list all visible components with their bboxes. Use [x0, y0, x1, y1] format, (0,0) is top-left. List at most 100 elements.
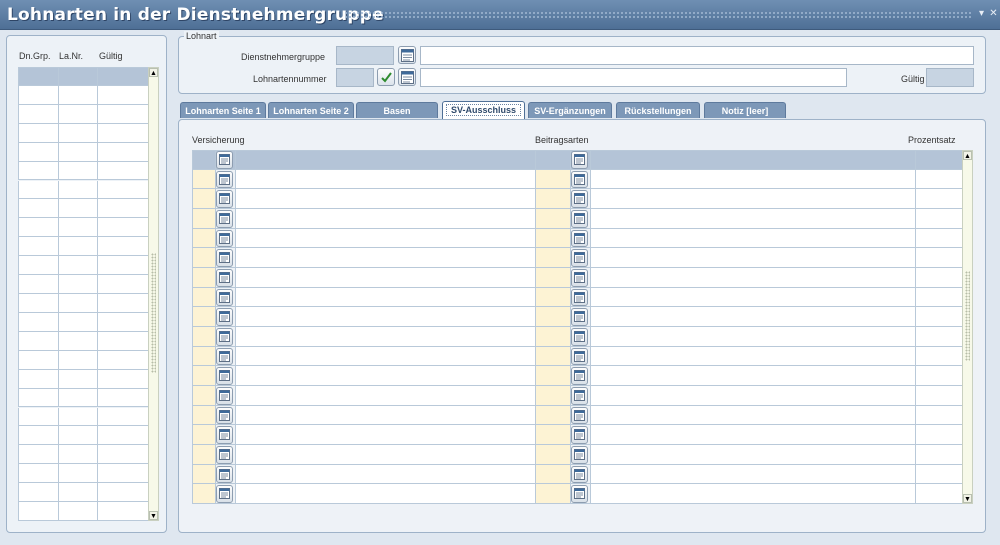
table-cell[interactable]: [97, 294, 149, 313]
table-cell[interactable]: [18, 256, 59, 276]
table-row[interactable]: [18, 369, 149, 389]
lookup-button[interactable]: [571, 308, 588, 326]
versicherung-code-cell[interactable]: [192, 327, 216, 347]
gueltig-field[interactable]: [926, 68, 974, 87]
versicherung-code-cell[interactable]: [192, 150, 216, 170]
table-cell[interactable]: [97, 237, 149, 257]
tab-lohnarten-seite-2[interactable]: Lohnarten Seite 2: [268, 102, 354, 118]
table-row[interactable]: [18, 275, 149, 294]
table-row[interactable]: [18, 426, 149, 446]
table-cell[interactable]: [97, 331, 149, 351]
table-row[interactable]: [192, 386, 963, 406]
table-cell[interactable]: [58, 104, 98, 124]
lohnartennummer-lookup-button[interactable]: [398, 68, 416, 86]
table-cell[interactable]: [58, 218, 98, 238]
beitragsart-code-cell[interactable]: [535, 405, 571, 426]
lookup-button[interactable]: [216, 387, 233, 405]
table-row[interactable]: [18, 294, 149, 313]
table-cell[interactable]: [58, 294, 98, 313]
lookup-button[interactable]: [216, 229, 233, 248]
table-row[interactable]: [18, 104, 149, 124]
lohnartennummer-code-field[interactable]: [336, 68, 374, 87]
lookup-button[interactable]: [571, 229, 588, 248]
table-cell[interactable]: [18, 483, 59, 503]
prozentsatz-cell[interactable]: [915, 445, 963, 465]
beitragsart-name-cell[interactable]: [590, 228, 916, 249]
beitragsart-name-cell[interactable]: [590, 209, 916, 229]
versicherung-name-cell[interactable]: [235, 464, 536, 485]
table-row[interactable]: [18, 388, 149, 408]
prozentsatz-cell[interactable]: [915, 189, 963, 209]
table-row[interactable]: [192, 405, 963, 426]
lookup-button[interactable]: [216, 406, 233, 425]
table-cell[interactable]: [58, 85, 98, 105]
table-row[interactable]: [18, 445, 149, 465]
beitragsart-name-cell[interactable]: [590, 169, 916, 190]
table-cell[interactable]: [18, 85, 59, 105]
lookup-button[interactable]: [571, 328, 588, 346]
versicherung-code-cell[interactable]: [192, 189, 216, 209]
lookup-button[interactable]: [571, 288, 588, 307]
versicherung-name-cell[interactable]: [235, 425, 536, 445]
versicherung-name-cell[interactable]: [235, 327, 536, 347]
table-row[interactable]: [18, 199, 149, 219]
sv-grid-scrollbar[interactable]: ▲ ▼: [962, 150, 973, 504]
beitragsart-name-cell[interactable]: [590, 366, 916, 386]
beitragsart-code-cell[interactable]: [535, 248, 571, 268]
lookup-button[interactable]: [571, 387, 588, 405]
table-cell[interactable]: [18, 180, 59, 200]
table-cell[interactable]: [58, 256, 98, 276]
table-cell[interactable]: [18, 312, 59, 332]
lookup-button[interactable]: [571, 367, 588, 385]
table-cell[interactable]: [18, 445, 59, 465]
table-cell[interactable]: [97, 369, 149, 389]
table-cell[interactable]: [97, 312, 149, 332]
beitragsart-code-cell[interactable]: [535, 484, 571, 504]
table-cell[interactable]: [18, 294, 59, 313]
beitragsart-code-cell[interactable]: [535, 425, 571, 445]
table-cell[interactable]: [18, 104, 59, 124]
table-cell[interactable]: [58, 275, 98, 294]
table-cell[interactable]: [97, 85, 149, 105]
lookup-button[interactable]: [216, 347, 233, 366]
lookup-button[interactable]: [216, 190, 233, 208]
prozentsatz-cell[interactable]: [915, 268, 963, 288]
table-cell[interactable]: [18, 331, 59, 351]
table-row[interactable]: [192, 445, 963, 465]
tab-sv-ausschluss[interactable]: SV-Ausschluss: [442, 101, 525, 119]
versicherung-name-cell[interactable]: [235, 386, 536, 406]
table-cell[interactable]: [58, 445, 98, 465]
versicherung-name-cell[interactable]: [235, 268, 536, 288]
versicherung-name-cell[interactable]: [235, 346, 536, 367]
prozentsatz-cell[interactable]: [915, 425, 963, 445]
table-row[interactable]: [192, 425, 963, 445]
versicherung-code-cell[interactable]: [192, 366, 216, 386]
table-cell[interactable]: [58, 483, 98, 503]
table-cell[interactable]: [18, 123, 59, 143]
table-cell[interactable]: [58, 67, 98, 86]
table-row[interactable]: [192, 366, 963, 386]
beitragsart-name-cell[interactable]: [590, 386, 916, 406]
beitragsart-code-cell[interactable]: [535, 189, 571, 209]
table-row[interactable]: [192, 327, 963, 347]
scroll-grip[interactable]: [151, 253, 156, 373]
lookup-button[interactable]: [571, 269, 588, 287]
beitragsart-code-cell[interactable]: [535, 346, 571, 367]
table-row[interactable]: [18, 85, 149, 105]
table-row[interactable]: [18, 180, 149, 200]
beitragsart-code-cell[interactable]: [535, 228, 571, 249]
table-cell[interactable]: [97, 142, 149, 162]
scroll-down-arrow-icon[interactable]: ▼: [963, 494, 972, 503]
versicherung-name-cell[interactable]: [235, 405, 536, 426]
table-row[interactable]: [192, 287, 963, 308]
lookup-button[interactable]: [216, 367, 233, 385]
table-cell[interactable]: [58, 369, 98, 389]
prozentsatz-cell[interactable]: [915, 209, 963, 229]
table-cell[interactable]: [18, 275, 59, 294]
table-cell[interactable]: [18, 237, 59, 257]
versicherung-code-cell[interactable]: [192, 425, 216, 445]
lookup-button[interactable]: [216, 170, 233, 189]
table-cell[interactable]: [97, 123, 149, 143]
table-cell[interactable]: [58, 464, 98, 484]
tab-basen[interactable]: Basen: [356, 102, 438, 118]
